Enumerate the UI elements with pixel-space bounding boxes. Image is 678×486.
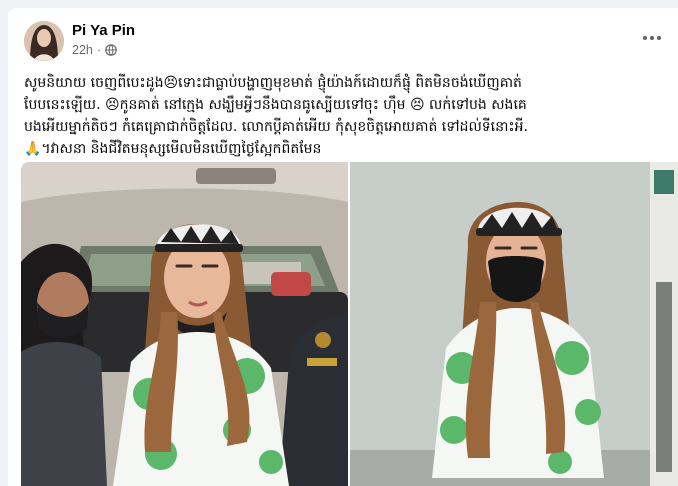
post-timestamp[interactable]: 22h [72,43,93,57]
caption-line: សូមនិយាយ ចេញពីបេះដូង😣ទោះជាធ្លាប់បង្ហាញមុ… [24,75,522,91]
author-name[interactable]: Pi Ya Pin [72,22,135,39]
caption-line: បែបនេះឡើយ. 😣កូនគាត់ នៅក្មេង សង្ឃឹមអ្វីៗន… [24,97,527,113]
photo-grid [21,162,678,486]
globe-icon[interactable] [105,44,117,56]
more-options-icon[interactable] [640,26,664,50]
post-card: Pi Ya Pin 22h · សូមនិយាយ ចេញពីបេះដូង😣ទោះ… [8,8,678,486]
author-avatar[interactable] [24,21,64,61]
separator-dot: · [96,43,102,57]
caption-line: 🙏។វាសនា និងជីវិតមនុស្សមើលមិនឃើញថ្ងៃស្អែក… [24,141,322,157]
photo-standing[interactable] [350,162,678,486]
post-meta: 22h · [72,43,117,57]
post-header: Pi Ya Pin 22h · [8,8,678,68]
caption-line: បងអើយម្នាក់តិចៗ កំគេគ្រោជាក់ចិត្តដែល. លោ… [24,119,528,135]
photo-car-backseat[interactable] [21,162,348,486]
post-caption: សូមនិយាយ ចេញពីបេះដូង😣ទោះជាធ្លាប់បង្ហាញមុ… [24,72,664,160]
